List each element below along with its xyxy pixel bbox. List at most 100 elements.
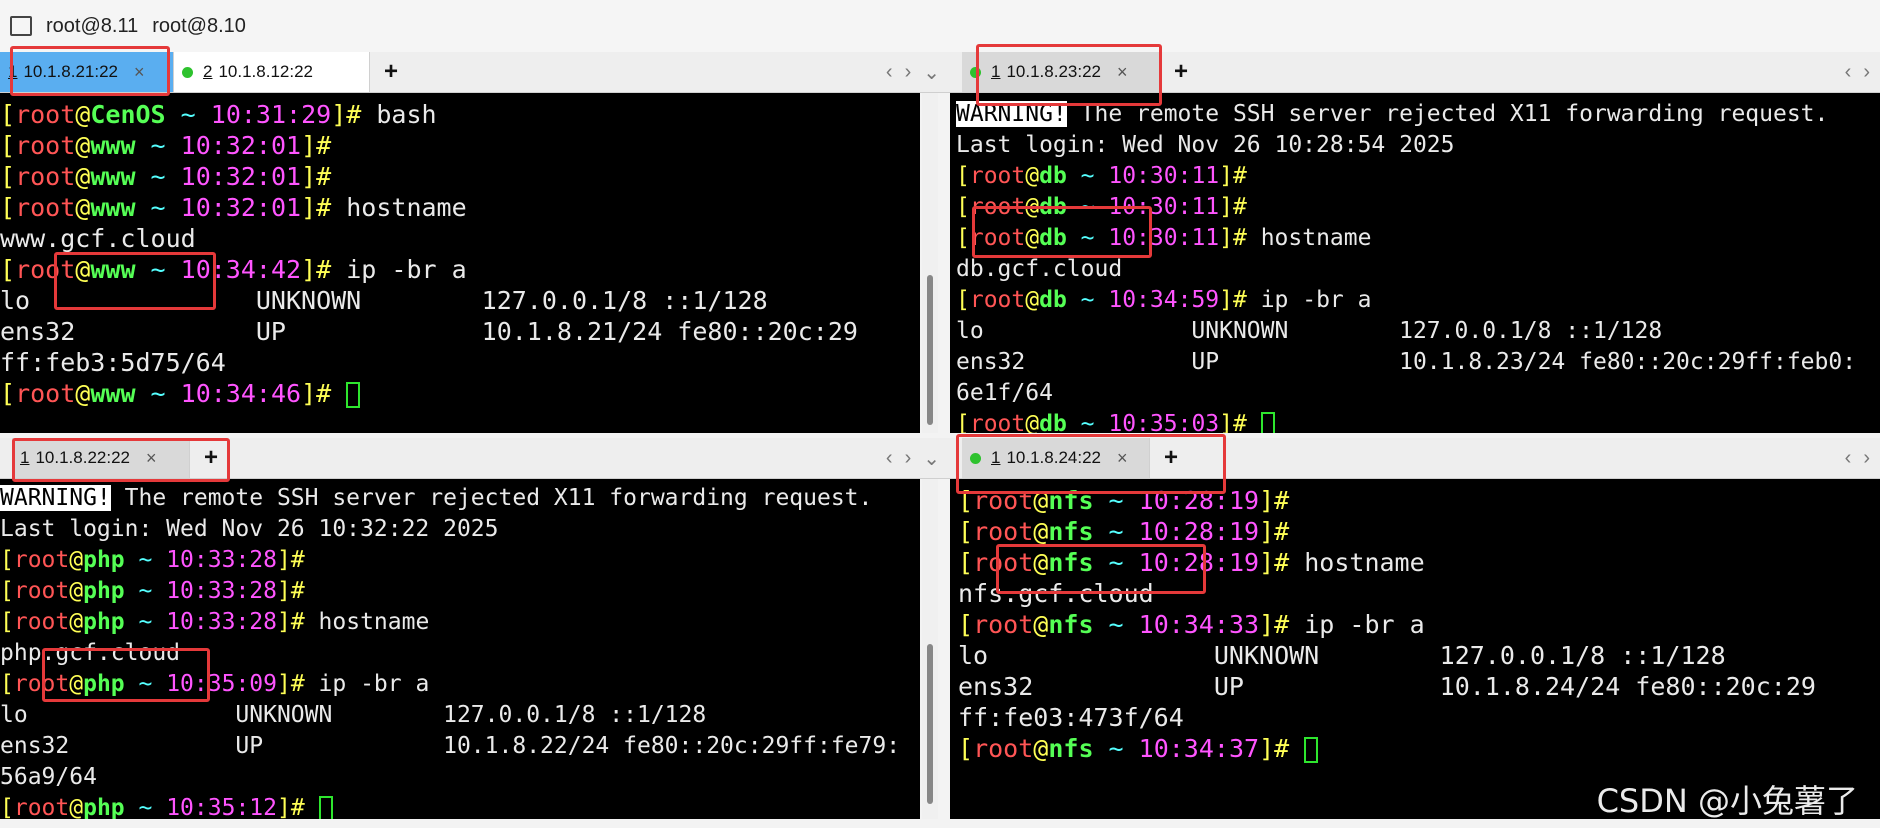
tab-10-1-8-24[interactable]: 1 10.1.8.24:22 × bbox=[962, 438, 1150, 478]
prompt-host: www bbox=[90, 131, 136, 160]
prompt-at: @ bbox=[1033, 486, 1049, 515]
terminal-line: [root@php ~ 10:35:09]# ip -br a bbox=[0, 669, 900, 700]
terminal-output: WARNING! The remote SSH server rejected … bbox=[956, 99, 1856, 433]
close-icon[interactable]: × bbox=[146, 448, 157, 469]
scrollbar-thumb[interactable] bbox=[927, 644, 933, 804]
output-text: ff:feb3:5d75/64 bbox=[0, 348, 226, 377]
prompt-time: 10:31:29 bbox=[210, 100, 332, 129]
output-text: Last login: Wed Nov 26 10:28:54 2025 bbox=[956, 132, 1455, 158]
prompt-tilde: ~ bbox=[124, 671, 167, 697]
add-tab-icon[interactable]: + bbox=[204, 444, 218, 472]
prompt-tilde: ~ bbox=[1066, 194, 1109, 220]
prompt-tilde: ~ bbox=[124, 578, 167, 604]
prompt-tilde: ~ bbox=[1066, 163, 1109, 189]
tab-10-1-8-22[interactable]: 1 10.1.8.22:22 × bbox=[12, 438, 190, 478]
prompt-hash: ]# bbox=[1219, 287, 1247, 313]
prompt-at: @ bbox=[75, 379, 91, 408]
tab-10-1-8-21[interactable]: 1 10.1.8.21:22 × bbox=[0, 52, 174, 92]
prompt-bracket: [ bbox=[956, 411, 970, 433]
terminal-pane-top-left[interactable]: [root@CenOS ~ 10:31:29]# bash [root@www ~… bbox=[0, 93, 920, 433]
prompt-time: 10:34:59 bbox=[1108, 287, 1220, 313]
session-label-1[interactable]: root@8.11 bbox=[46, 15, 138, 38]
tab-10-1-8-23[interactable]: 1 10.1.8.23:22 × bbox=[962, 52, 1160, 92]
prompt-at: @ bbox=[69, 609, 84, 635]
prompt-bracket: [ bbox=[0, 795, 14, 819]
prompt-hash: ]# bbox=[1219, 411, 1247, 433]
prompt-tilde: ~ bbox=[135, 193, 181, 222]
output-text: The remote SSH server rejected X11 forwa… bbox=[110, 485, 873, 511]
output-text: 56a9/64 bbox=[0, 764, 97, 790]
command-text: ip -br a bbox=[304, 671, 430, 697]
prompt-host: nfs bbox=[1048, 548, 1094, 577]
scrollbar-thumb[interactable] bbox=[927, 275, 933, 425]
prompt-bracket: [ bbox=[0, 131, 16, 160]
terminal-pane-bottom-left[interactable]: WARNING! The remote SSH server rejected … bbox=[0, 479, 920, 819]
chevron-down-icon[interactable]: ⌄ bbox=[923, 446, 940, 471]
chevron-left-icon[interactable]: ‹ bbox=[1845, 61, 1852, 84]
command-text: hostname bbox=[304, 609, 430, 635]
status-dot-icon bbox=[182, 66, 193, 78]
chevron-down-icon[interactable]: ⌄ bbox=[923, 60, 940, 85]
chevron-right-icon[interactable]: › bbox=[905, 61, 912, 84]
prompt-tilde: ~ bbox=[135, 162, 181, 191]
chevron-left-icon[interactable]: ‹ bbox=[1845, 447, 1852, 470]
prompt-at: @ bbox=[69, 671, 84, 697]
prompt-time: 10:33:28 bbox=[166, 578, 277, 604]
new-window-icon[interactable] bbox=[10, 16, 32, 36]
prompt-bracket: [ bbox=[958, 610, 974, 639]
chevron-left-icon[interactable]: ‹ bbox=[886, 61, 893, 84]
tab-index: 1 bbox=[20, 448, 30, 467]
terminal-line: [root@php ~ 10:35:12]# bbox=[0, 793, 900, 819]
prompt-at: @ bbox=[1033, 548, 1049, 577]
prompt-tilde: ~ bbox=[1066, 287, 1109, 313]
prompt-hash: ]# bbox=[1259, 517, 1290, 546]
prompt-user: root bbox=[969, 287, 1026, 313]
output-text: db.gcf.cloud bbox=[956, 256, 1123, 282]
terminal-output: [root@CenOS ~ 10:31:29]# bash [root@www ~… bbox=[0, 99, 858, 409]
prompt-host: db bbox=[1039, 225, 1067, 251]
terminal-line: nfs.gcf.cloud bbox=[958, 578, 1816, 609]
terminal-line: ens32 UP 10.1.8.22/24 fe80::20c:29ff:fe7… bbox=[0, 731, 900, 762]
terminal-line: [root@nfs ~ 10:34:33]# ip -br a bbox=[958, 609, 1816, 640]
prompt-hash: ]# bbox=[276, 671, 305, 697]
command-text: ip -br a bbox=[1246, 287, 1372, 313]
close-icon[interactable]: × bbox=[1117, 448, 1128, 469]
add-tab-icon[interactable]: + bbox=[1164, 444, 1178, 472]
prompt-user: root bbox=[973, 486, 1034, 515]
prompt-bracket: [ bbox=[956, 225, 970, 251]
chevron-right-icon[interactable]: › bbox=[905, 447, 912, 470]
chevron-right-icon[interactable]: › bbox=[1863, 61, 1870, 84]
prompt-user: root bbox=[973, 548, 1034, 577]
scrollbar-top-left[interactable] bbox=[922, 93, 938, 433]
prompt-host: php bbox=[83, 671, 125, 697]
prompt-time: 10:28:19 bbox=[1138, 548, 1260, 577]
terminal-line: [root@nfs ~ 10:34:37]# bbox=[958, 733, 1816, 764]
chevron-left-icon[interactable]: ‹ bbox=[886, 447, 893, 470]
add-tab-icon[interactable]: + bbox=[1174, 58, 1188, 86]
terminal-pane-bottom-right[interactable]: [root@nfs ~ 10:28:19]# [root@nfs ~ 10:28:… bbox=[950, 479, 1880, 819]
close-icon[interactable]: × bbox=[134, 62, 145, 83]
command-text bbox=[1289, 734, 1304, 763]
close-icon[interactable]: × bbox=[1117, 62, 1128, 83]
terminal-output: WARNING! The remote SSH server rejected … bbox=[0, 483, 900, 819]
terminal-line: [root@nfs ~ 10:28:19]# bbox=[958, 485, 1816, 516]
output-text: ens32 UP 10.1.8.24/24 fe80::20c:29 bbox=[958, 672, 1816, 701]
output-text: The remote SSH server rejected X11 forwa… bbox=[1066, 101, 1829, 127]
tab-nav: ‹ › ⌄ bbox=[886, 52, 940, 92]
prompt-time: 10:34:42 bbox=[180, 255, 302, 284]
prompt-host: php bbox=[83, 547, 125, 573]
terminal-line: ff:feb3:5d75/64 bbox=[0, 347, 858, 378]
tabbar-top-right: 1 10.1.8.23:22 × + ‹ › bbox=[950, 52, 1880, 93]
terminal-pane-top-right[interactable]: WARNING! The remote SSH server rejected … bbox=[950, 93, 1880, 433]
prompt-user: root bbox=[13, 578, 70, 604]
scrollbar-bottom-left[interactable] bbox=[922, 479, 938, 819]
tab-label: 10.1.8.24:22 bbox=[1006, 448, 1101, 467]
prompt-host: php bbox=[83, 609, 125, 635]
session-label-2[interactable]: root@8.10 bbox=[152, 15, 246, 38]
add-tab-icon[interactable]: + bbox=[384, 58, 398, 86]
prompt-tilde: ~ bbox=[135, 255, 181, 284]
chevron-right-icon[interactable]: › bbox=[1863, 447, 1870, 470]
output-text: php.gcf.cloud bbox=[0, 640, 181, 666]
prompt-at: @ bbox=[75, 100, 91, 129]
tab-10-1-8-12[interactable]: 2 10.1.8.12:22 bbox=[174, 52, 370, 92]
